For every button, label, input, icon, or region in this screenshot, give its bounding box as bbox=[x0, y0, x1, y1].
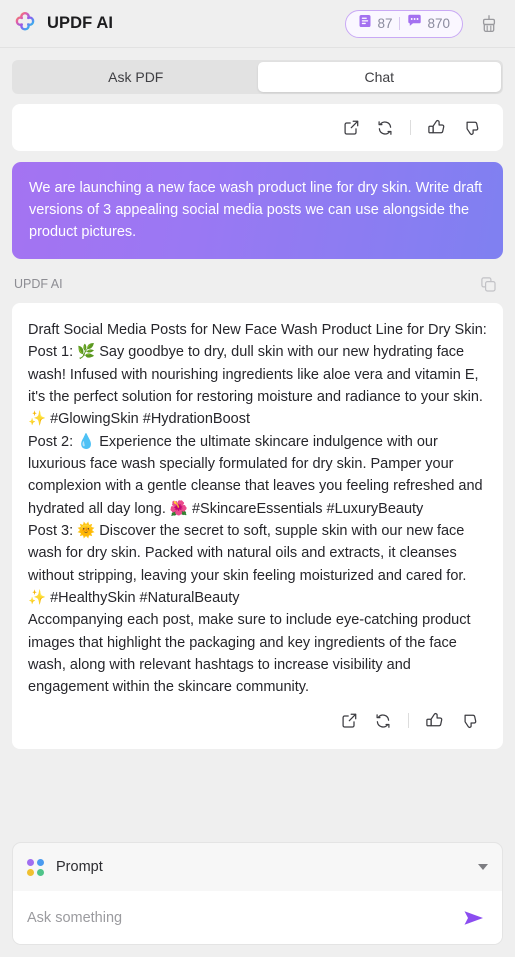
pages-count: 87 bbox=[377, 16, 393, 31]
updf-ai-panel: UPDF AI 87 870 Ask PDF Chat We are launc… bbox=[0, 0, 515, 957]
top-action-card bbox=[12, 104, 503, 151]
page-title: UPDF AI bbox=[47, 14, 114, 32]
composer-box: Prompt bbox=[12, 842, 503, 945]
thumbs-up-icon[interactable] bbox=[417, 706, 451, 736]
user-message-text: We are launching a new face wash product… bbox=[29, 180, 483, 241]
hibiscus-emoji: 🌺 bbox=[169, 500, 188, 517]
external-link-icon[interactable] bbox=[334, 113, 368, 143]
sun-emoji: 🌞 bbox=[77, 523, 96, 540]
dot-purple bbox=[27, 858, 34, 866]
tab-bar: Ask PDF Chat bbox=[12, 60, 503, 94]
action-divider bbox=[410, 120, 411, 135]
updf-clover-logo-icon bbox=[12, 11, 38, 37]
pages-stat: 87 bbox=[358, 14, 392, 33]
dot-yellow bbox=[27, 868, 34, 876]
dot-green bbox=[37, 868, 44, 876]
send-paper-plane-icon[interactable] bbox=[460, 906, 488, 930]
thumbs-up-icon[interactable] bbox=[419, 113, 453, 143]
chat-scroll-area[interactable]: We are launching a new face wash product… bbox=[0, 94, 515, 834]
app-header: UPDF AI 87 870 bbox=[0, 0, 515, 48]
sparkles-emoji: ✨ bbox=[28, 411, 47, 428]
four-dots-prompt-icon bbox=[27, 858, 44, 876]
post-2-hashtags: #SkincareEssentials #LuxuryBeauty bbox=[187, 500, 424, 517]
tabs-container: Ask PDF Chat bbox=[0, 48, 515, 94]
tab-chat[interactable]: Chat bbox=[257, 62, 501, 92]
messages-count: 870 bbox=[427, 16, 450, 31]
answer-line-post-3: Post 3: 🌞 Discover the secret to soft, s… bbox=[28, 520, 487, 609]
composer-footer: Prompt bbox=[0, 834, 515, 957]
refresh-regenerate-icon[interactable] bbox=[366, 706, 400, 736]
copy-icon[interactable] bbox=[477, 273, 499, 295]
assistant-answer-card: Draft Social Media Posts for New Face Wa… bbox=[12, 303, 503, 749]
droplet-emoji: 💧 bbox=[77, 433, 96, 450]
input-row bbox=[13, 891, 502, 944]
post-2-prefix: Post 2: bbox=[28, 433, 78, 450]
post-1-hashtags: #GlowingSkin #HydrationBoost bbox=[46, 411, 250, 428]
stats-divider bbox=[399, 17, 401, 30]
prompt-selector[interactable]: Prompt bbox=[13, 843, 502, 891]
usage-stats-badge[interactable]: 87 870 bbox=[345, 9, 463, 38]
tab-ask-pdf[interactable]: Ask PDF bbox=[14, 62, 258, 92]
ask-something-input[interactable] bbox=[27, 909, 460, 926]
thumbs-down-icon[interactable] bbox=[451, 706, 485, 736]
dot-blue bbox=[37, 858, 44, 866]
assistant-name-label: UPDF AI bbox=[14, 277, 63, 292]
answer-line: Draft Social Media Posts for New Face Wa… bbox=[28, 322, 487, 339]
assistant-header: UPDF AI bbox=[12, 272, 503, 296]
top-action-row bbox=[334, 113, 487, 143]
chat-bubble-icon bbox=[407, 14, 422, 33]
answer-line-closing: Accompanying each post, make sure to inc… bbox=[28, 612, 471, 696]
broom-clear-chat-icon[interactable] bbox=[477, 11, 501, 37]
chevron-down-icon[interactable] bbox=[478, 864, 488, 870]
action-divider bbox=[408, 713, 409, 729]
thumbs-down-icon[interactable] bbox=[453, 113, 487, 143]
refresh-regenerate-icon[interactable] bbox=[368, 113, 402, 143]
post-3-prefix: Post 3: bbox=[28, 523, 78, 540]
answer-line-post-2: Post 2: 💧 Experience the ultimate skinca… bbox=[28, 431, 487, 520]
answer-line-post-1: Post 1: 🌿 Say goodbye to dry, dull skin … bbox=[28, 341, 487, 430]
post-3-hashtags: #HealthySkin #NaturalBeauty bbox=[46, 590, 240, 607]
external-link-icon[interactable] bbox=[332, 706, 366, 736]
sparkles-emoji: ✨ bbox=[28, 590, 47, 607]
leaf-emoji: 🌿 bbox=[77, 344, 96, 361]
answer-action-row bbox=[28, 699, 487, 743]
messages-stat: 870 bbox=[407, 14, 450, 33]
user-message-bubble: We are launching a new face wash product… bbox=[12, 162, 503, 260]
assistant-answer-text: Draft Social Media Posts for New Face Wa… bbox=[28, 319, 487, 699]
post-1-prefix: Post 1: bbox=[28, 344, 78, 361]
prompt-label: Prompt bbox=[56, 859, 103, 875]
document-pages-icon bbox=[358, 14, 372, 33]
post-1-text: Say goodbye to dry, dull skin with our n… bbox=[28, 344, 483, 406]
